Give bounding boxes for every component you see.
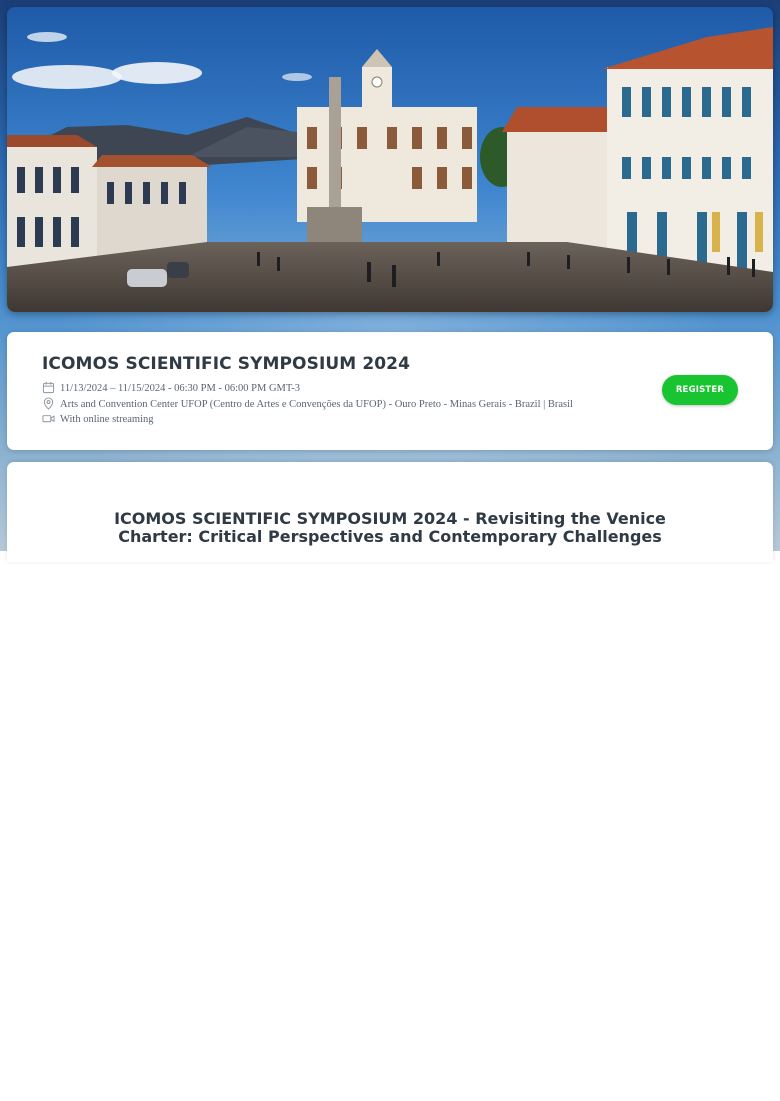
event-title: ICOMOS SCIENTIFIC SYMPOSIUM 2024: [42, 354, 411, 374]
register-button[interactable]: REGISTER: [662, 375, 738, 405]
page-background: [0, 551, 780, 1101]
event-description-card: ICOMOS SCIENTIFIC SYMPOSIUM 2024 - Revis…: [7, 462, 773, 562]
video-camera-icon: [42, 412, 56, 426]
event-streaming-text: With online streaming: [60, 413, 154, 425]
town-square-photo: [7, 7, 773, 312]
map-pin-icon: [42, 397, 56, 411]
event-location-row: Arts and Convention Center UFOP (Centro …: [42, 397, 573, 411]
event-info-card: ICOMOS SCIENTIFIC SYMPOSIUM 2024 11/13/2…: [7, 332, 773, 450]
calendar-icon: [42, 381, 56, 395]
event-date-row: 11/13/2024 – 11/15/2024 - 06:30 PM - 06:…: [42, 381, 300, 395]
event-banner-image: [7, 7, 773, 312]
event-streaming-row: With online streaming: [42, 412, 153, 426]
description-title: ICOMOS SCIENTIFIC SYMPOSIUM 2024 - Revis…: [114, 509, 666, 546]
event-date-text: 11/13/2024 – 11/15/2024 - 06:30 PM - 06:…: [60, 382, 301, 394]
event-location-text: Arts and Convention Center UFOP (Centro …: [60, 398, 573, 410]
